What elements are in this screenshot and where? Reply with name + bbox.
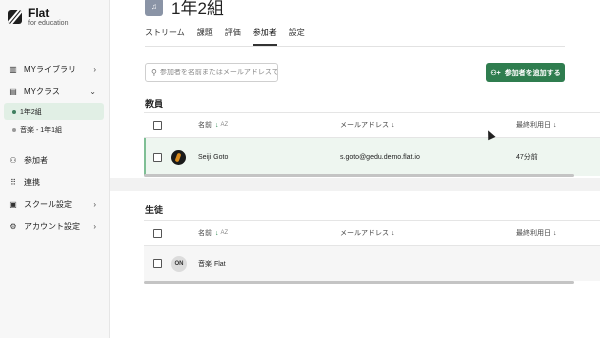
teachers-section-title: 教員 <box>145 99 164 109</box>
sidebar-item-integrations[interactable]: ⠿ 連携 <box>0 171 110 193</box>
class-item-label: 音楽 - 1年1組 <box>20 126 63 134</box>
teachers-table: 名前 ↓ AZ メールアドレス ↓ 最終利用日 ↓ Seiji Goto s.g… <box>144 112 600 176</box>
flat-logo-icon <box>8 10 22 24</box>
tab-assignments[interactable]: 課題 <box>197 27 213 46</box>
column-email-header[interactable]: メールアドレス ↓ <box>340 228 394 238</box>
search-icon: ⚲ <box>151 68 157 77</box>
horizontal-scrollbar[interactable] <box>144 174 574 177</box>
tab-grades[interactable]: 評価 <box>225 27 241 46</box>
horizontal-scrollbar[interactable] <box>144 281 574 284</box>
sidebar-item-label: MYライブラリ <box>24 64 76 74</box>
add-participant-label: 参加者を追加する <box>504 69 561 77</box>
class-item-1-2[interactable]: 1年2組 <box>4 103 104 120</box>
column-email-label: メールアドレス <box>340 230 389 237</box>
apps-grid-icon: ⠿ <box>10 177 16 187</box>
tab-stream[interactable]: ストリーム <box>145 27 185 46</box>
participant-name: Seiji Goto <box>198 153 229 161</box>
course-title: 1年2組 <box>171 0 224 18</box>
column-name-label: 名前 <box>198 122 212 129</box>
course-badge-icon: ♫ <box>145 0 163 16</box>
sort-down-icon: ↓ <box>552 122 557 129</box>
search-box[interactable]: ⚲ <box>145 63 278 82</box>
tab-settings[interactable]: 設定 <box>289 27 305 46</box>
course-header: ♫ 1年2組 <box>145 0 224 19</box>
sort-az-icon: AZ <box>220 122 229 128</box>
column-last-used-header[interactable]: 最終利用日 ↓ <box>516 120 556 130</box>
table-header: 名前 ↓ AZ メールアドレス ↓ 最終利用日 ↓ <box>144 112 600 138</box>
course-tabs: ストリーム 課題 評価 参加者 設定 <box>145 27 317 47</box>
brand-subtitle: for education <box>28 20 69 27</box>
sidebar-item-participants[interactable]: ⚇ 参加者 <box>0 149 110 171</box>
class-item-music-1-1[interactable]: 音楽 - 1年1組 <box>4 121 104 138</box>
students-section-title: 生徒 <box>145 205 164 215</box>
participant-email: s.goto@gedu.demo.flat.io <box>340 153 420 161</box>
participant-last-used: 47分前 <box>516 154 538 161</box>
row-checkbox[interactable] <box>153 259 162 268</box>
chevron-right-icon: › <box>93 199 96 209</box>
avatar: ON <box>171 255 187 272</box>
sidebar-item-label: スクール設定 <box>24 199 72 209</box>
select-all-checkbox[interactable] <box>153 120 162 130</box>
class-item-label: 1年2組 <box>20 108 42 116</box>
column-email-label: メールアドレス <box>340 122 389 129</box>
students-table: 名前 ↓ AZ メールアドレス ↓ 最終利用日 ↓ ON 音楽 Flat <box>144 220 600 281</box>
sort-down-icon: ↓ <box>552 230 557 237</box>
select-all-checkbox[interactable] <box>153 228 162 238</box>
people-icon: ⚇ <box>9 155 17 165</box>
search-input[interactable] <box>159 69 277 76</box>
avatar <box>171 149 186 165</box>
brand-title: Flat <box>28 6 50 20</box>
sort-az-icon: AZ <box>220 230 229 236</box>
sort-down-icon: ↓ <box>215 121 219 129</box>
add-participant-button[interactable]: ⚇+ 参加者を追加する <box>486 63 565 82</box>
main-content: ♫ 1年2組 ストリーム 課題 評価 参加者 設定 ⚲ ⚇+ 参加者を追加する … <box>110 0 600 338</box>
sort-down-icon: ↓ <box>390 230 395 237</box>
tab-participants[interactable]: 参加者 <box>252 27 277 46</box>
sidebar-item-school-settings[interactable]: ▣ スクール設定 › <box>0 193 110 215</box>
sidebar-item-label: 参加者 <box>24 155 48 165</box>
sidebar-nav: ▥ MYライブラリ › ▤ MYクラス ⌄ 1年2組 音楽 - 1年1組 ⚇ 参… <box>0 58 110 237</box>
sort-down-icon: ↓ <box>215 229 219 237</box>
chevron-right-icon: › <box>93 64 96 74</box>
class-dot-icon <box>12 109 16 114</box>
column-name-label: 名前 <box>198 230 212 237</box>
class-icon: ▤ <box>9 86 17 96</box>
chevron-right-icon: › <box>93 221 96 231</box>
school-icon: ▣ <box>9 199 17 209</box>
column-last-used-label: 最終利用日 <box>516 122 551 129</box>
table-row[interactable]: ON 音楽 Flat <box>144 246 600 281</box>
library-icon: ▥ <box>9 64 17 74</box>
table-header: 名前 ↓ AZ メールアドレス ↓ 最終利用日 ↓ <box>144 220 600 246</box>
column-email-header[interactable]: メールアドレス ↓ <box>340 120 394 130</box>
sidebar-item-my-class[interactable]: ▤ MYクラス ⌄ <box>0 80 110 102</box>
add-user-icon: ⚇+ <box>490 69 501 77</box>
column-name-header[interactable]: 名前 ↓ AZ <box>198 120 228 130</box>
sidebar: Flat for education ▥ MYライブラリ › ▤ MYクラス ⌄… <box>0 0 110 338</box>
column-last-used-label: 最終利用日 <box>516 230 551 237</box>
sort-down-icon: ↓ <box>390 122 395 129</box>
section-divider <box>110 178 600 191</box>
tabs-divider <box>145 46 565 47</box>
sidebar-item-label: 連携 <box>24 177 40 187</box>
gear-icon: ⚙ <box>9 221 17 231</box>
sidebar-item-label: アカウント設定 <box>24 221 80 231</box>
flat-logo[interactable]: Flat for education <box>8 7 68 27</box>
participant-name: 音楽 Flat <box>198 260 226 268</box>
class-dot-icon <box>12 127 16 132</box>
sidebar-item-label: MYクラス <box>24 86 60 96</box>
sidebar-item-my-library[interactable]: ▥ MYライブラリ › <box>0 58 110 80</box>
column-last-used-header[interactable]: 最終利用日 ↓ <box>516 228 556 238</box>
chevron-down-icon: ⌄ <box>89 86 96 96</box>
row-checkbox[interactable] <box>153 152 162 162</box>
sidebar-item-account-settings[interactable]: ⚙ アカウント設定 › <box>0 215 110 237</box>
table-row[interactable]: Seiji Goto s.goto@gedu.demo.flat.io 47分前 <box>144 138 600 176</box>
column-name-header[interactable]: 名前 ↓ AZ <box>198 228 228 238</box>
